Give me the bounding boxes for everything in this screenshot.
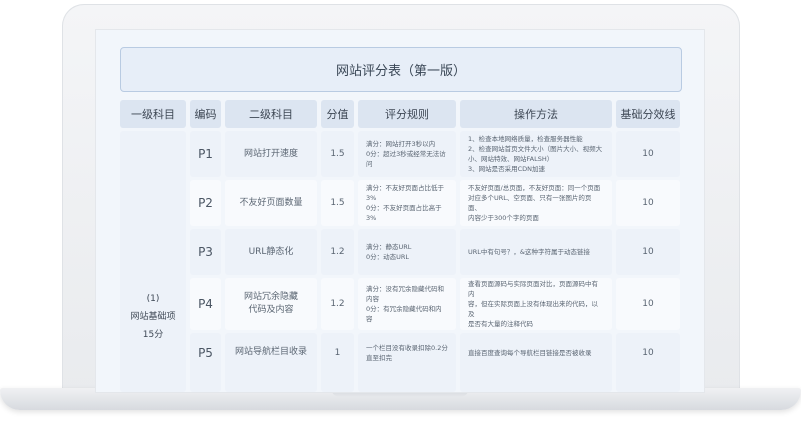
row-rule: 满分：不友好页面占比低于3% 0分：不友好页面占比高于3% [358,180,456,226]
level1-cell: (1) 网站基础项 15分 [120,131,186,392]
row-method: 1、检查本地网络质量，检查服务器性能 2、检查网站首页文件大小（图片大小、视频大… [460,131,612,177]
row-basic-line: 10 [616,278,680,330]
header-level1: 一级科目 [120,100,186,128]
row-basic-line: 10 [616,131,680,177]
row-method: 直接百度查询每个导航栏目链接是否被收录 [460,333,612,392]
row-basic-line: 10 [616,180,680,226]
row-name: 网站冗余隐藏 代码及内容 [225,278,317,330]
row-name: 网站导航栏目收录 [225,333,317,392]
row-name: 网站打开速度 [225,131,317,177]
row-rule: 满分：没有冗余隐藏代码和内容 0分：有冗余隐藏代码和内容 [358,278,456,330]
level1-index: (1) [146,293,160,304]
row-method: URL中有句号？，&这种字符属于动态链接 [460,229,612,275]
header-code: 编码 [190,100,221,128]
row-code: P2 [190,180,221,226]
row-basic-line: 10 [616,229,680,275]
header-level2: 二级科目 [225,100,317,128]
row-code: P3 [190,229,221,275]
row-score: 1.2 [321,278,354,330]
row-score: 1 [321,333,354,392]
row-name: URL静态化 [225,229,317,275]
row-score: 1.5 [321,180,354,226]
header-basic-line: 基础分效线 [616,100,680,128]
header-score: 分值 [321,100,354,128]
sheet-title: 网站评分表（第一版） [120,47,682,92]
level1-score: 15分 [142,329,164,340]
row-score: 1.2 [321,229,354,275]
row-code: P5 [190,333,221,392]
row-rule: 满分：静态URL 0分：动态URL [358,229,456,275]
row-basic-line: 10 [616,333,680,392]
header-rule: 评分规则 [358,100,456,128]
header-method: 操作方法 [460,100,612,128]
row-method: 不友好页面/总页面，不友好页面：同一个页面 对应多个URL、空页面、只有一张图片… [460,180,612,226]
row-name: 不友好页面数量 [225,180,317,226]
row-rule: 一个栏目没有收录扣除0.2分 直至扣完 [358,333,456,392]
row-method: 查看页面源码与实际页面对比，页面源码中有内 容，但在实际页面上没有体现出来的代码… [460,278,612,330]
laptop-screen: 网站评分表（第一版） 一级科目 编码 二级科目 分值 评分规则 操作方法 基础分… [96,30,704,392]
row-code: P1 [190,131,221,177]
row-code: P4 [190,278,221,330]
row-score: 1.5 [321,131,354,177]
row-rule: 满分：网站打开3秒以内 0分：超过3秒或经常无法访问 [358,131,456,177]
level1-name: 网站基础项 [130,311,176,322]
score-sheet: 网站评分表（第一版） 一级科目 编码 二级科目 分值 评分规则 操作方法 基础分… [96,30,704,392]
